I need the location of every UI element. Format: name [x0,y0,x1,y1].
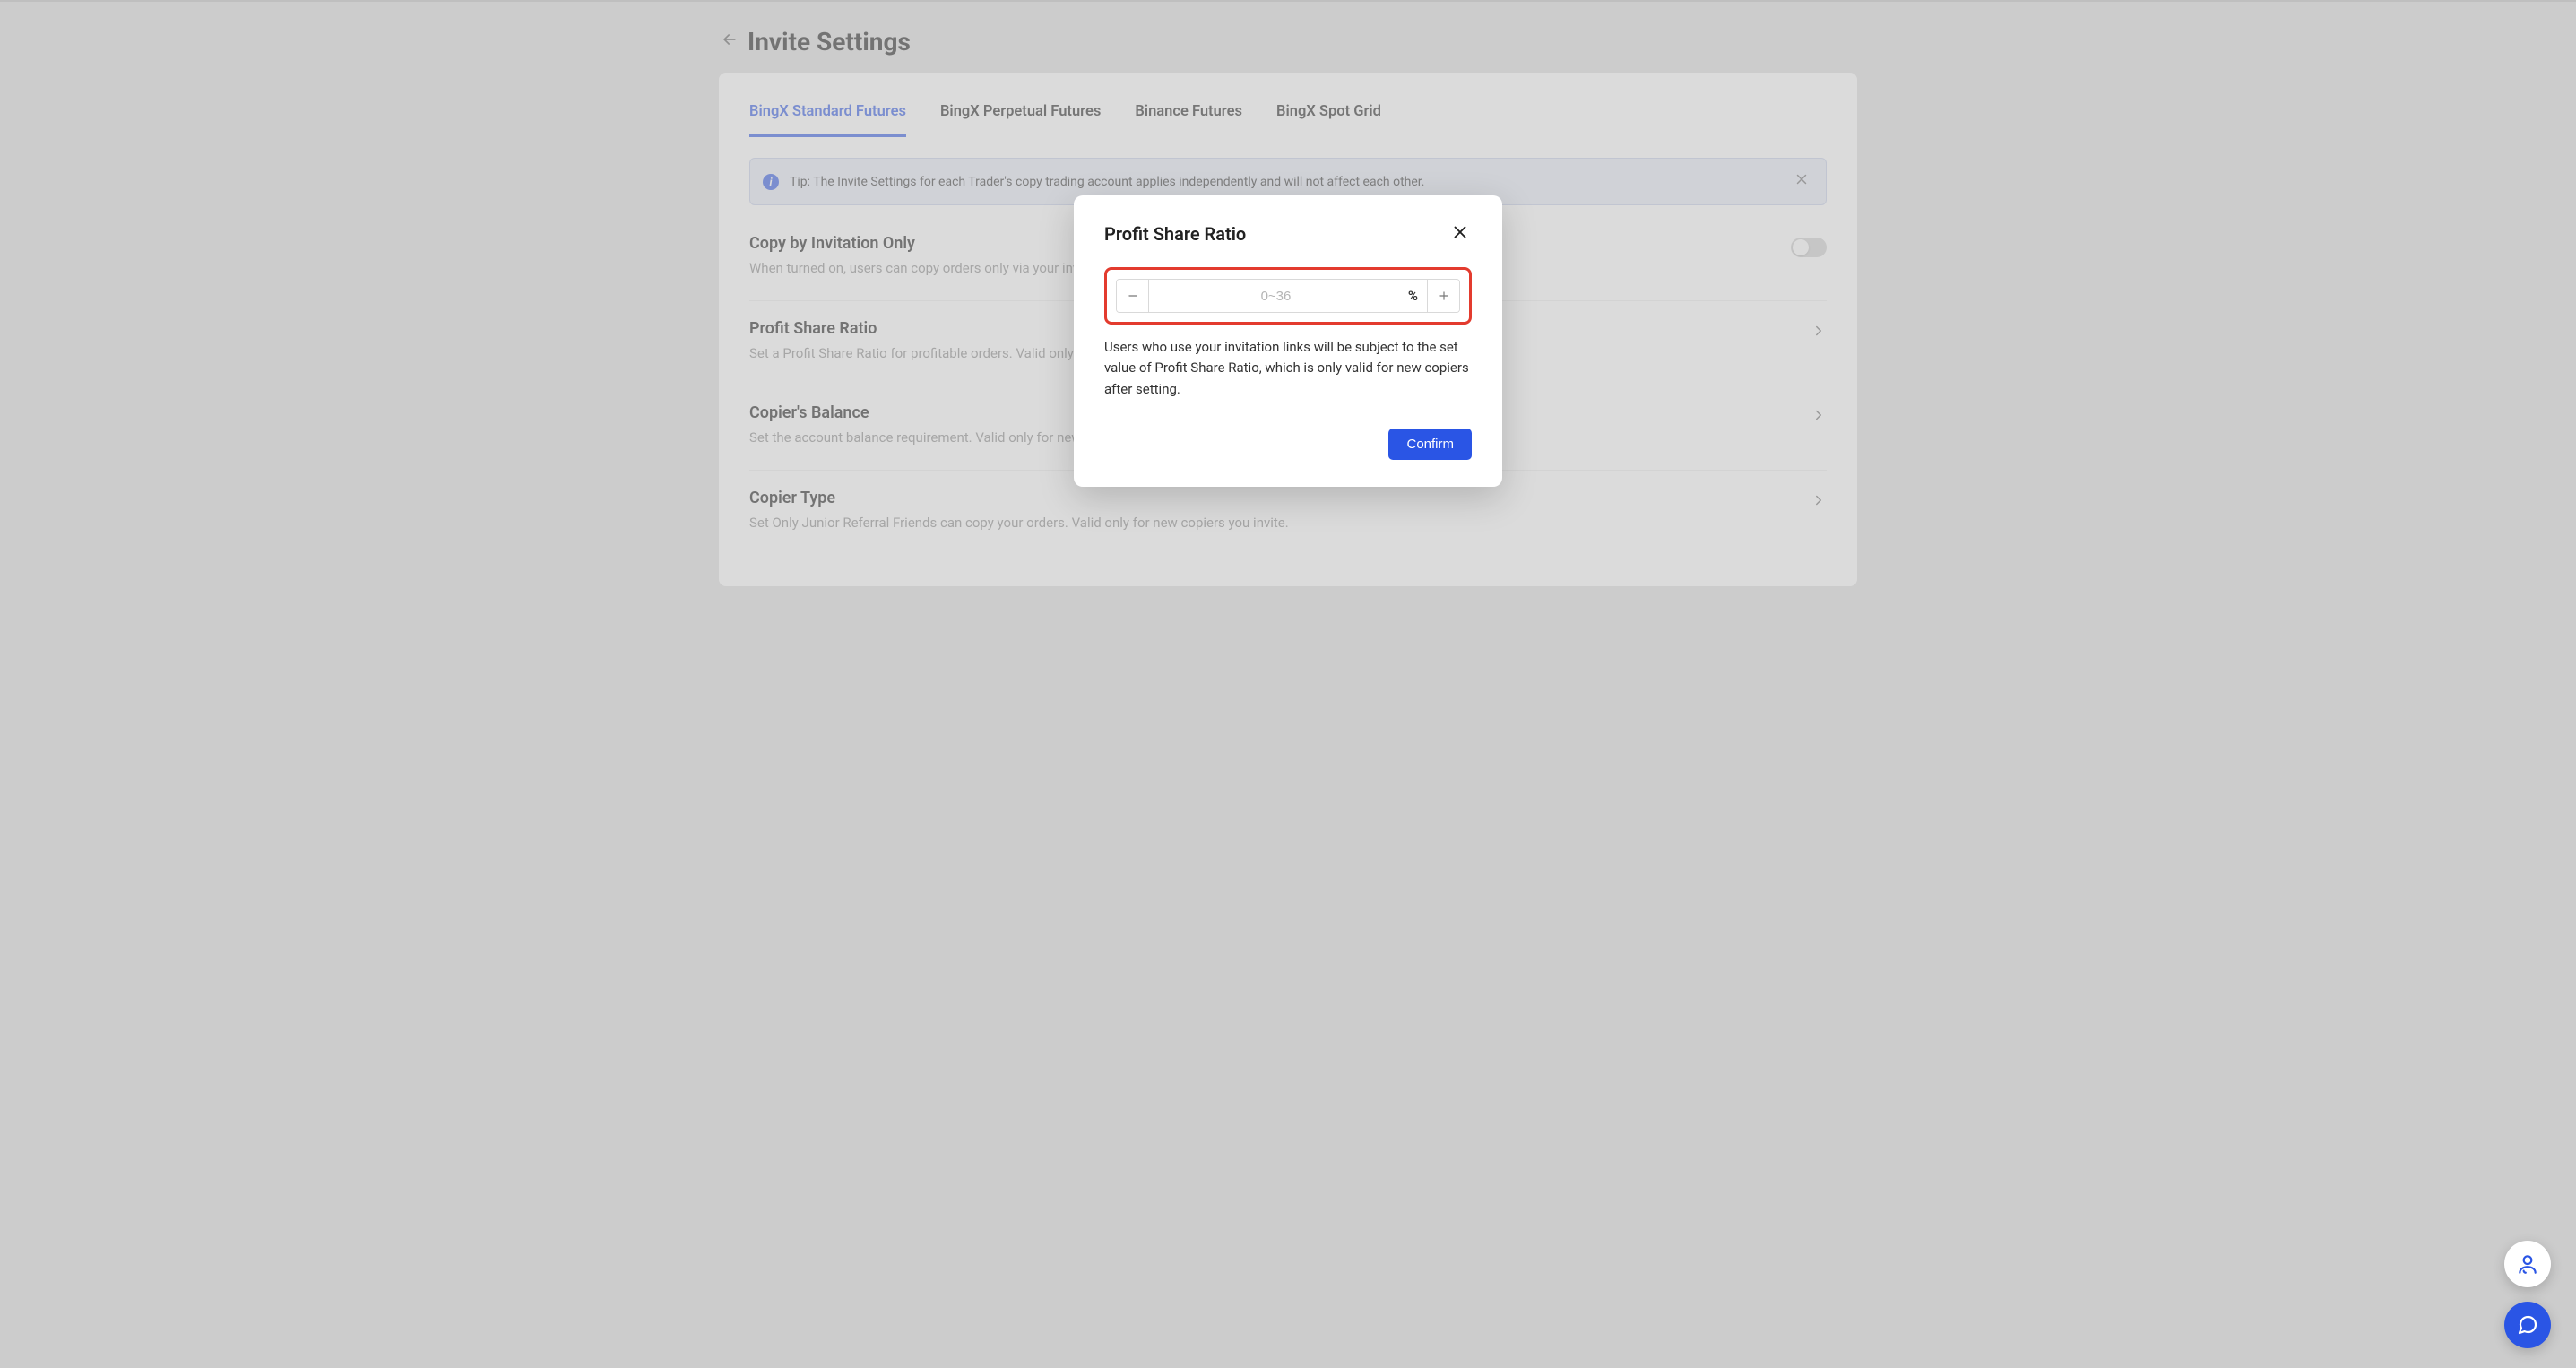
input-highlight-box: % [1104,267,1472,325]
profit-share-modal: Profit Share Ratio % Users who use your … [1074,195,1502,487]
modal-overlay[interactable]: Profit Share Ratio % Users who use your … [0,2,2576,1368]
modal-header: Profit Share Ratio [1104,221,1472,247]
profit-share-input[interactable] [1149,280,1403,312]
support-fab[interactable] [2504,1241,2551,1287]
confirm-button[interactable]: Confirm [1388,429,1472,460]
modal-actions: Confirm [1104,429,1472,460]
chat-fab[interactable] [2504,1302,2551,1348]
percent-unit: % [1403,280,1427,312]
decrement-button[interactable] [1117,280,1149,312]
increment-button[interactable] [1427,280,1459,312]
person-icon [2516,1252,2539,1276]
modal-title: Profit Share Ratio [1104,223,1246,245]
fab-stack [2504,1241,2551,1348]
profit-share-stepper: % [1116,279,1460,313]
modal-close-button[interactable] [1448,221,1472,247]
modal-description: Users who use your invitation links will… [1104,337,1472,400]
chat-icon [2517,1314,2538,1336]
